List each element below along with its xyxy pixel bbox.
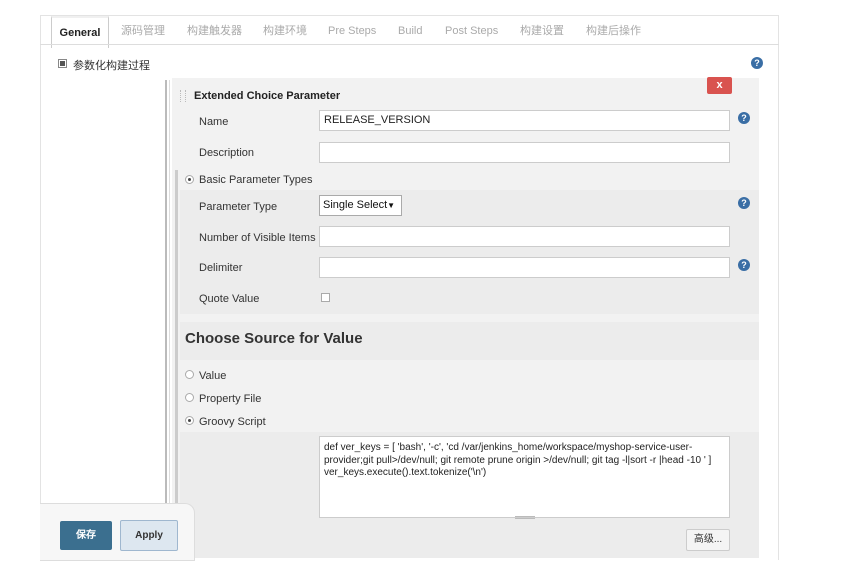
- source-heading: Choose Source for Value: [185, 330, 363, 347]
- tab-post-steps[interactable]: Post Steps: [445, 16, 498, 46]
- parameter-title: Extended Choice Parameter: [194, 90, 341, 102]
- groovy-script-text: def ver_keys = [ 'bash', '-c', 'cd /var/…: [324, 442, 712, 478]
- tab-build-settings[interactable]: 构建设置: [520, 16, 564, 46]
- nesting-line: [169, 80, 170, 558]
- apply-button[interactable]: Apply: [120, 520, 178, 551]
- visible-items-label: Number of Visible Items: [199, 232, 316, 244]
- visible-items-input[interactable]: [319, 226, 730, 247]
- groovy-script-radio[interactable]: [185, 416, 194, 425]
- value-radio[interactable]: [185, 370, 194, 379]
- quote-value-checkbox[interactable]: [321, 293, 330, 302]
- quote-value-label: Quote Value: [199, 293, 260, 305]
- chevron-down-icon: ▼: [387, 201, 395, 210]
- help-icon[interactable]: ?: [738, 259, 750, 271]
- advanced-button[interactable]: 高级...: [686, 529, 730, 551]
- parameter-type-value: Single Select: [323, 199, 388, 211]
- nesting-line: [175, 170, 178, 558]
- parameterized-label: 参数化构建过程: [73, 60, 150, 72]
- textarea-resize-grip[interactable]: [515, 516, 535, 519]
- groovy-script-option-label: Groovy Script: [199, 416, 266, 428]
- parameter-type-select[interactable]: Single Select ▼: [319, 195, 402, 216]
- description-input[interactable]: [319, 142, 730, 163]
- tab-build[interactable]: Build: [398, 16, 422, 46]
- help-icon[interactable]: ?: [751, 57, 763, 69]
- help-icon[interactable]: ?: [738, 112, 750, 124]
- tab-post-build-actions[interactable]: 构建后操作: [586, 16, 641, 46]
- delimiter-label: Delimiter: [199, 262, 243, 274]
- parameter-type-label: Parameter Type: [199, 201, 278, 213]
- name-label: Name: [199, 116, 229, 128]
- drag-handle[interactable]: [180, 90, 186, 102]
- nesting-line: [165, 80, 167, 558]
- value-option-label: Value: [199, 370, 227, 382]
- delimiter-input[interactable]: [319, 257, 730, 278]
- save-button[interactable]: 保存: [60, 521, 112, 550]
- groovy-script-textarea[interactable]: def ver_keys = [ 'bash', '-c', 'cd /var/…: [319, 436, 730, 518]
- basic-types-radio[interactable]: [185, 175, 194, 184]
- delete-button[interactable]: x: [707, 77, 732, 94]
- name-input[interactable]: RELEASE_VERSION: [319, 110, 730, 131]
- basic-types-label: Basic Parameter Types: [199, 174, 313, 186]
- tab-source-control[interactable]: 源码管理: [121, 16, 165, 46]
- tab-bar: General 源码管理 构建触发器 构建环境 Pre Steps Build …: [40, 15, 779, 48]
- property-file-radio[interactable]: [185, 393, 194, 402]
- parameterized-checkbox[interactable]: [58, 59, 67, 68]
- tab-build-triggers[interactable]: 构建触发器: [187, 16, 242, 46]
- tab-pre-steps[interactable]: Pre Steps: [328, 16, 376, 46]
- tab-build-environment[interactable]: 构建环境: [263, 16, 307, 46]
- description-label: Description: [199, 147, 255, 159]
- property-file-option-label: Property File: [199, 393, 262, 405]
- help-icon[interactable]: ?: [738, 197, 750, 209]
